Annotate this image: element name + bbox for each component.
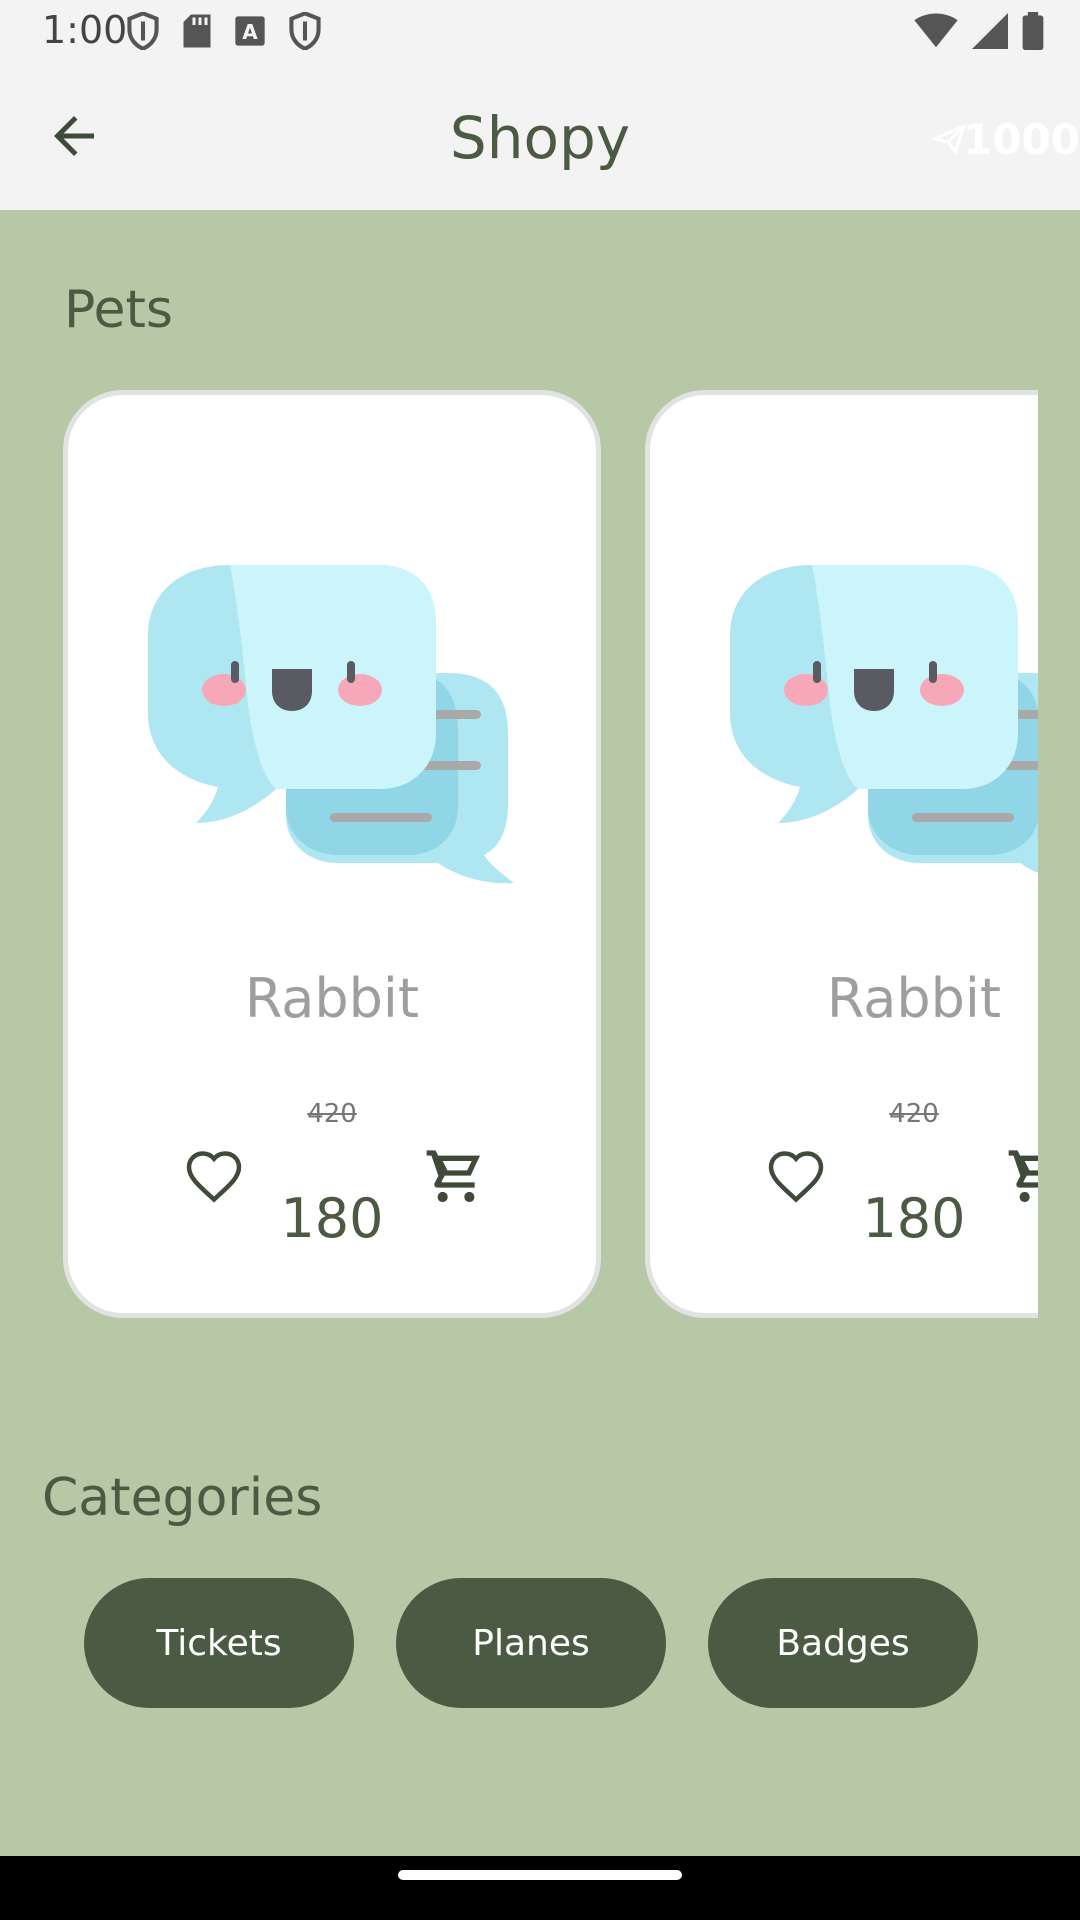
- heart-icon: [768, 1151, 824, 1203]
- system-nav-bar: [0, 1856, 1080, 1920]
- category-chip-badges[interactable]: Badges: [708, 1578, 978, 1708]
- favorite-button[interactable]: [766, 1147, 826, 1207]
- font-a-icon: A: [235, 16, 265, 46]
- battery-icon: [1022, 12, 1044, 50]
- status-notification-icons: A: [126, 12, 322, 50]
- add-to-cart-button[interactable]: [1006, 1145, 1038, 1209]
- cell-signal-icon: [972, 13, 1008, 49]
- category-chips: Tickets Planes Badges: [84, 1578, 978, 1708]
- heart-icon: [186, 1151, 242, 1203]
- cart-icon: [1008, 1150, 1038, 1203]
- chat-bubbles-illustration: [730, 565, 1038, 873]
- product-name: Rabbit: [244, 967, 420, 1030]
- product-name: Rabbit: [826, 967, 1002, 1030]
- shield-icon: [289, 12, 321, 50]
- product-card[interactable]: Rabbit 420 180: [645, 390, 1038, 1318]
- sd-card-icon: [183, 14, 211, 48]
- product-card[interactable]: Rabbit 420 180: [63, 390, 601, 1318]
- send-button[interactable]: 1000: [932, 104, 1080, 174]
- chat-bubbles-illustration: [148, 565, 514, 884]
- shield-icon: [127, 12, 159, 50]
- pets-carousel[interactable]: Rabbit 420 180 Rabbit 420 180: [0, 390, 1038, 1320]
- category-chip-planes[interactable]: Planes: [396, 1578, 666, 1708]
- send-icon: [933, 124, 966, 154]
- status-time: 1:00: [42, 8, 128, 52]
- status-bar: 1:00 A: [0, 0, 1080, 62]
- svg-text:A: A: [242, 20, 258, 44]
- product-old-price: 420: [889, 1099, 939, 1129]
- app-title: Shopy: [449, 104, 631, 172]
- app-bar: Shopy 1000: [0, 62, 1080, 210]
- product-old-price: 420: [307, 1099, 357, 1129]
- product-price: 180: [280, 1187, 384, 1250]
- add-to-cart-button[interactable]: [424, 1145, 488, 1209]
- category-chip-tickets[interactable]: Tickets: [84, 1578, 354, 1708]
- cart-icon: [426, 1150, 480, 1203]
- wifi-icon: [914, 13, 958, 48]
- section-title-pets: Pets: [64, 280, 173, 340]
- status-system-icons: [914, 12, 1044, 50]
- send-count: 1000: [963, 114, 1080, 164]
- favorite-button[interactable]: [184, 1147, 244, 1207]
- section-title-categories: Categories: [42, 1468, 323, 1528]
- home-gesture-handle[interactable]: [398, 1870, 682, 1880]
- product-price: 180: [862, 1187, 966, 1250]
